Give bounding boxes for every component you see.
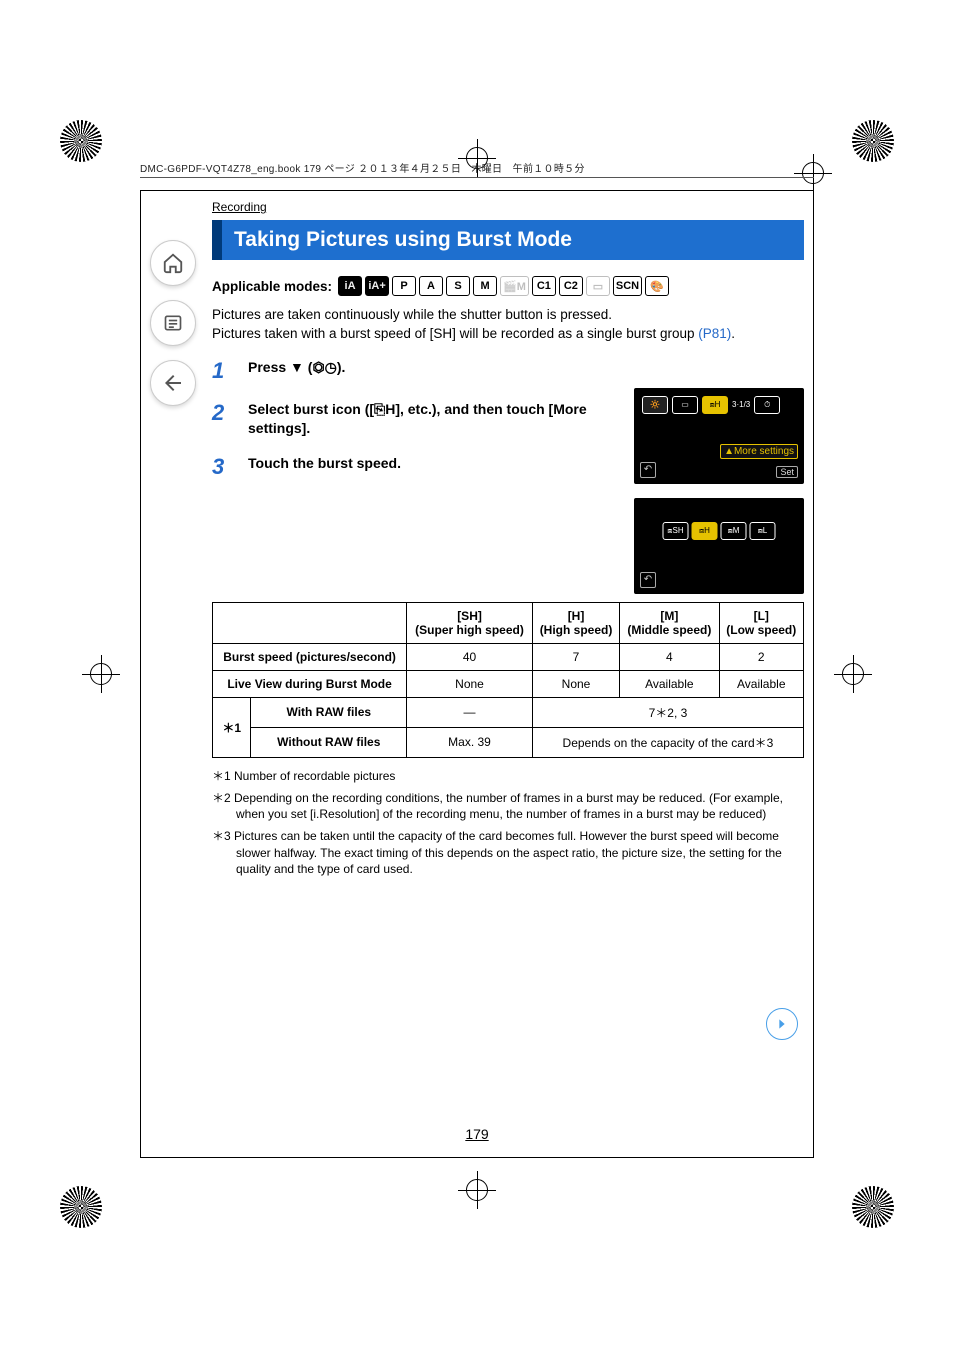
return-icon[interactable]: ↶ (640, 572, 656, 588)
burst-option[interactable]: ⧈M (721, 522, 747, 540)
more-settings-button[interactable]: ▲More settings (720, 444, 798, 459)
footnotes: ＊1 Number of recordable pictures ＊2 Depen… (212, 768, 804, 877)
mode-icon-m: M (473, 276, 497, 296)
step-text: Press ▼ (⏣◷). (248, 358, 345, 377)
registration-mark (464, 1177, 490, 1203)
screen-badge: 🔆 (642, 396, 668, 414)
step-number: 1 (212, 358, 230, 384)
mode-icons: iAiA+PASM🎬MC1C2▭SCN🎨 (338, 276, 669, 296)
back-icon[interactable] (150, 360, 196, 406)
registration-mark (840, 661, 866, 687)
cell: 7＊2, 3 (532, 697, 803, 727)
printer-mark-bl (60, 1186, 102, 1228)
cell: 40 (407, 643, 533, 670)
row-label: With RAW files (251, 697, 407, 727)
cell: 7 (532, 643, 619, 670)
set-button[interactable]: Set (776, 466, 798, 478)
mode-icon-c2: C2 (559, 276, 583, 296)
mode-icon-a: A (419, 276, 443, 296)
burst-option[interactable]: ⧈H (692, 522, 718, 540)
step-number: 3 (212, 454, 230, 480)
modes-label: Applicable modes: (212, 279, 332, 294)
cell: Available (719, 670, 803, 697)
lcd-preview-bottom: ⧈SH⧈H⧈M⧈L ↶ (634, 498, 804, 594)
cell: None (407, 670, 533, 697)
screen-count: 3·1/3 (732, 400, 750, 409)
cell: Depends on the capacity of the card＊3 (532, 727, 803, 757)
return-icon[interactable]: ↶ (640, 462, 656, 478)
intro-line-2b: . (731, 326, 735, 341)
empty-header (213, 602, 407, 643)
screen-single: ▭ (672, 396, 698, 414)
cell: Max. 39 (407, 727, 533, 757)
cell: 2 (719, 643, 803, 670)
column-header: [SH] (Super high speed) (407, 602, 533, 643)
step-number: 2 (212, 400, 230, 426)
intro-line-1: Pictures are taken continuously while th… (212, 306, 804, 325)
printer-mark-tl (60, 120, 102, 162)
step-1: 1 Press ▼ (⏣◷). (212, 358, 804, 384)
mode-icon-c1: C1 (532, 276, 556, 296)
lcd-preview-top: 🔆 ▭ ⧈H 3·1/3 ⏱ ▲More settings Set ↶ (634, 388, 804, 484)
next-page-icon[interactable] (766, 1008, 798, 1040)
mode-icon-▭: ▭ (586, 276, 610, 296)
footnote: ＊1 Number of recordable pictures (212, 768, 804, 784)
registration-mark (88, 661, 114, 687)
cell: 4 (620, 643, 719, 670)
burst-option[interactable]: ⧈SH (663, 522, 689, 540)
burst-speed-options: ⧈SH⧈H⧈M⧈L (663, 522, 776, 540)
burst-option[interactable]: ⧈L (750, 522, 776, 540)
p81-link[interactable]: (P81) (698, 326, 731, 341)
cell: Available (620, 670, 719, 697)
mode-icon-s: S (446, 276, 470, 296)
mode-icon-ia: iA (338, 276, 362, 296)
mode-icon-🎨: 🎨 (645, 276, 669, 296)
row-label: Burst speed (pictures/second) (213, 643, 407, 670)
cell: — (407, 697, 533, 727)
footnote: ＊2 Depending on the recording conditions… (212, 790, 804, 822)
contents-icon[interactable] (150, 300, 196, 346)
content-area: Recording Taking Pictures using Burst Mo… (212, 200, 804, 883)
column-header: [L] (Low speed) (719, 602, 803, 643)
applicable-modes: Applicable modes: iAiA+PASM🎬MC1C2▭SCN🎨 (212, 276, 804, 296)
footnote: ＊3 Pictures can be taken until the capac… (212, 828, 804, 877)
mode-icon-scn: SCN (613, 276, 642, 296)
burst-spec-table: [SH] (Super high speed)[H] (High speed)[… (212, 602, 804, 758)
footnote-marker: ＊1 (213, 697, 251, 757)
section-label: Recording (212, 200, 804, 214)
row-label: Live View during Burst Mode (213, 670, 407, 697)
screen-timer: ⏱ (754, 396, 780, 414)
home-icon[interactable] (150, 240, 196, 286)
step-text: Select burst icon ([⎘H], etc.), and then… (248, 400, 628, 438)
mode-icon-🎬m: 🎬M (500, 276, 529, 296)
column-header: [H] (High speed) (532, 602, 619, 643)
printer-mark-tr (852, 120, 894, 162)
page-number: 179 (0, 1126, 954, 1142)
page-title: Taking Pictures using Burst Mode (212, 220, 804, 260)
nav-rail (150, 240, 196, 406)
intro-line-2a: Pictures taken with a burst speed of [SH… (212, 326, 698, 341)
intro-text: Pictures are taken continuously while th… (212, 306, 804, 344)
running-head: DMC-G6PDF-VQT4Z78_eng.book 179 ページ ２０１３年… (140, 160, 814, 178)
mode-icon-p: P (392, 276, 416, 296)
step-text: Touch the burst speed. (248, 454, 401, 473)
screen-burst-selected: ⧈H (702, 396, 728, 414)
row-label: Without RAW files (251, 727, 407, 757)
column-header: [M] (Middle speed) (620, 602, 719, 643)
cell: None (532, 670, 619, 697)
printer-mark-br (852, 1186, 894, 1228)
mode-icon-ia+: iA+ (365, 276, 389, 296)
